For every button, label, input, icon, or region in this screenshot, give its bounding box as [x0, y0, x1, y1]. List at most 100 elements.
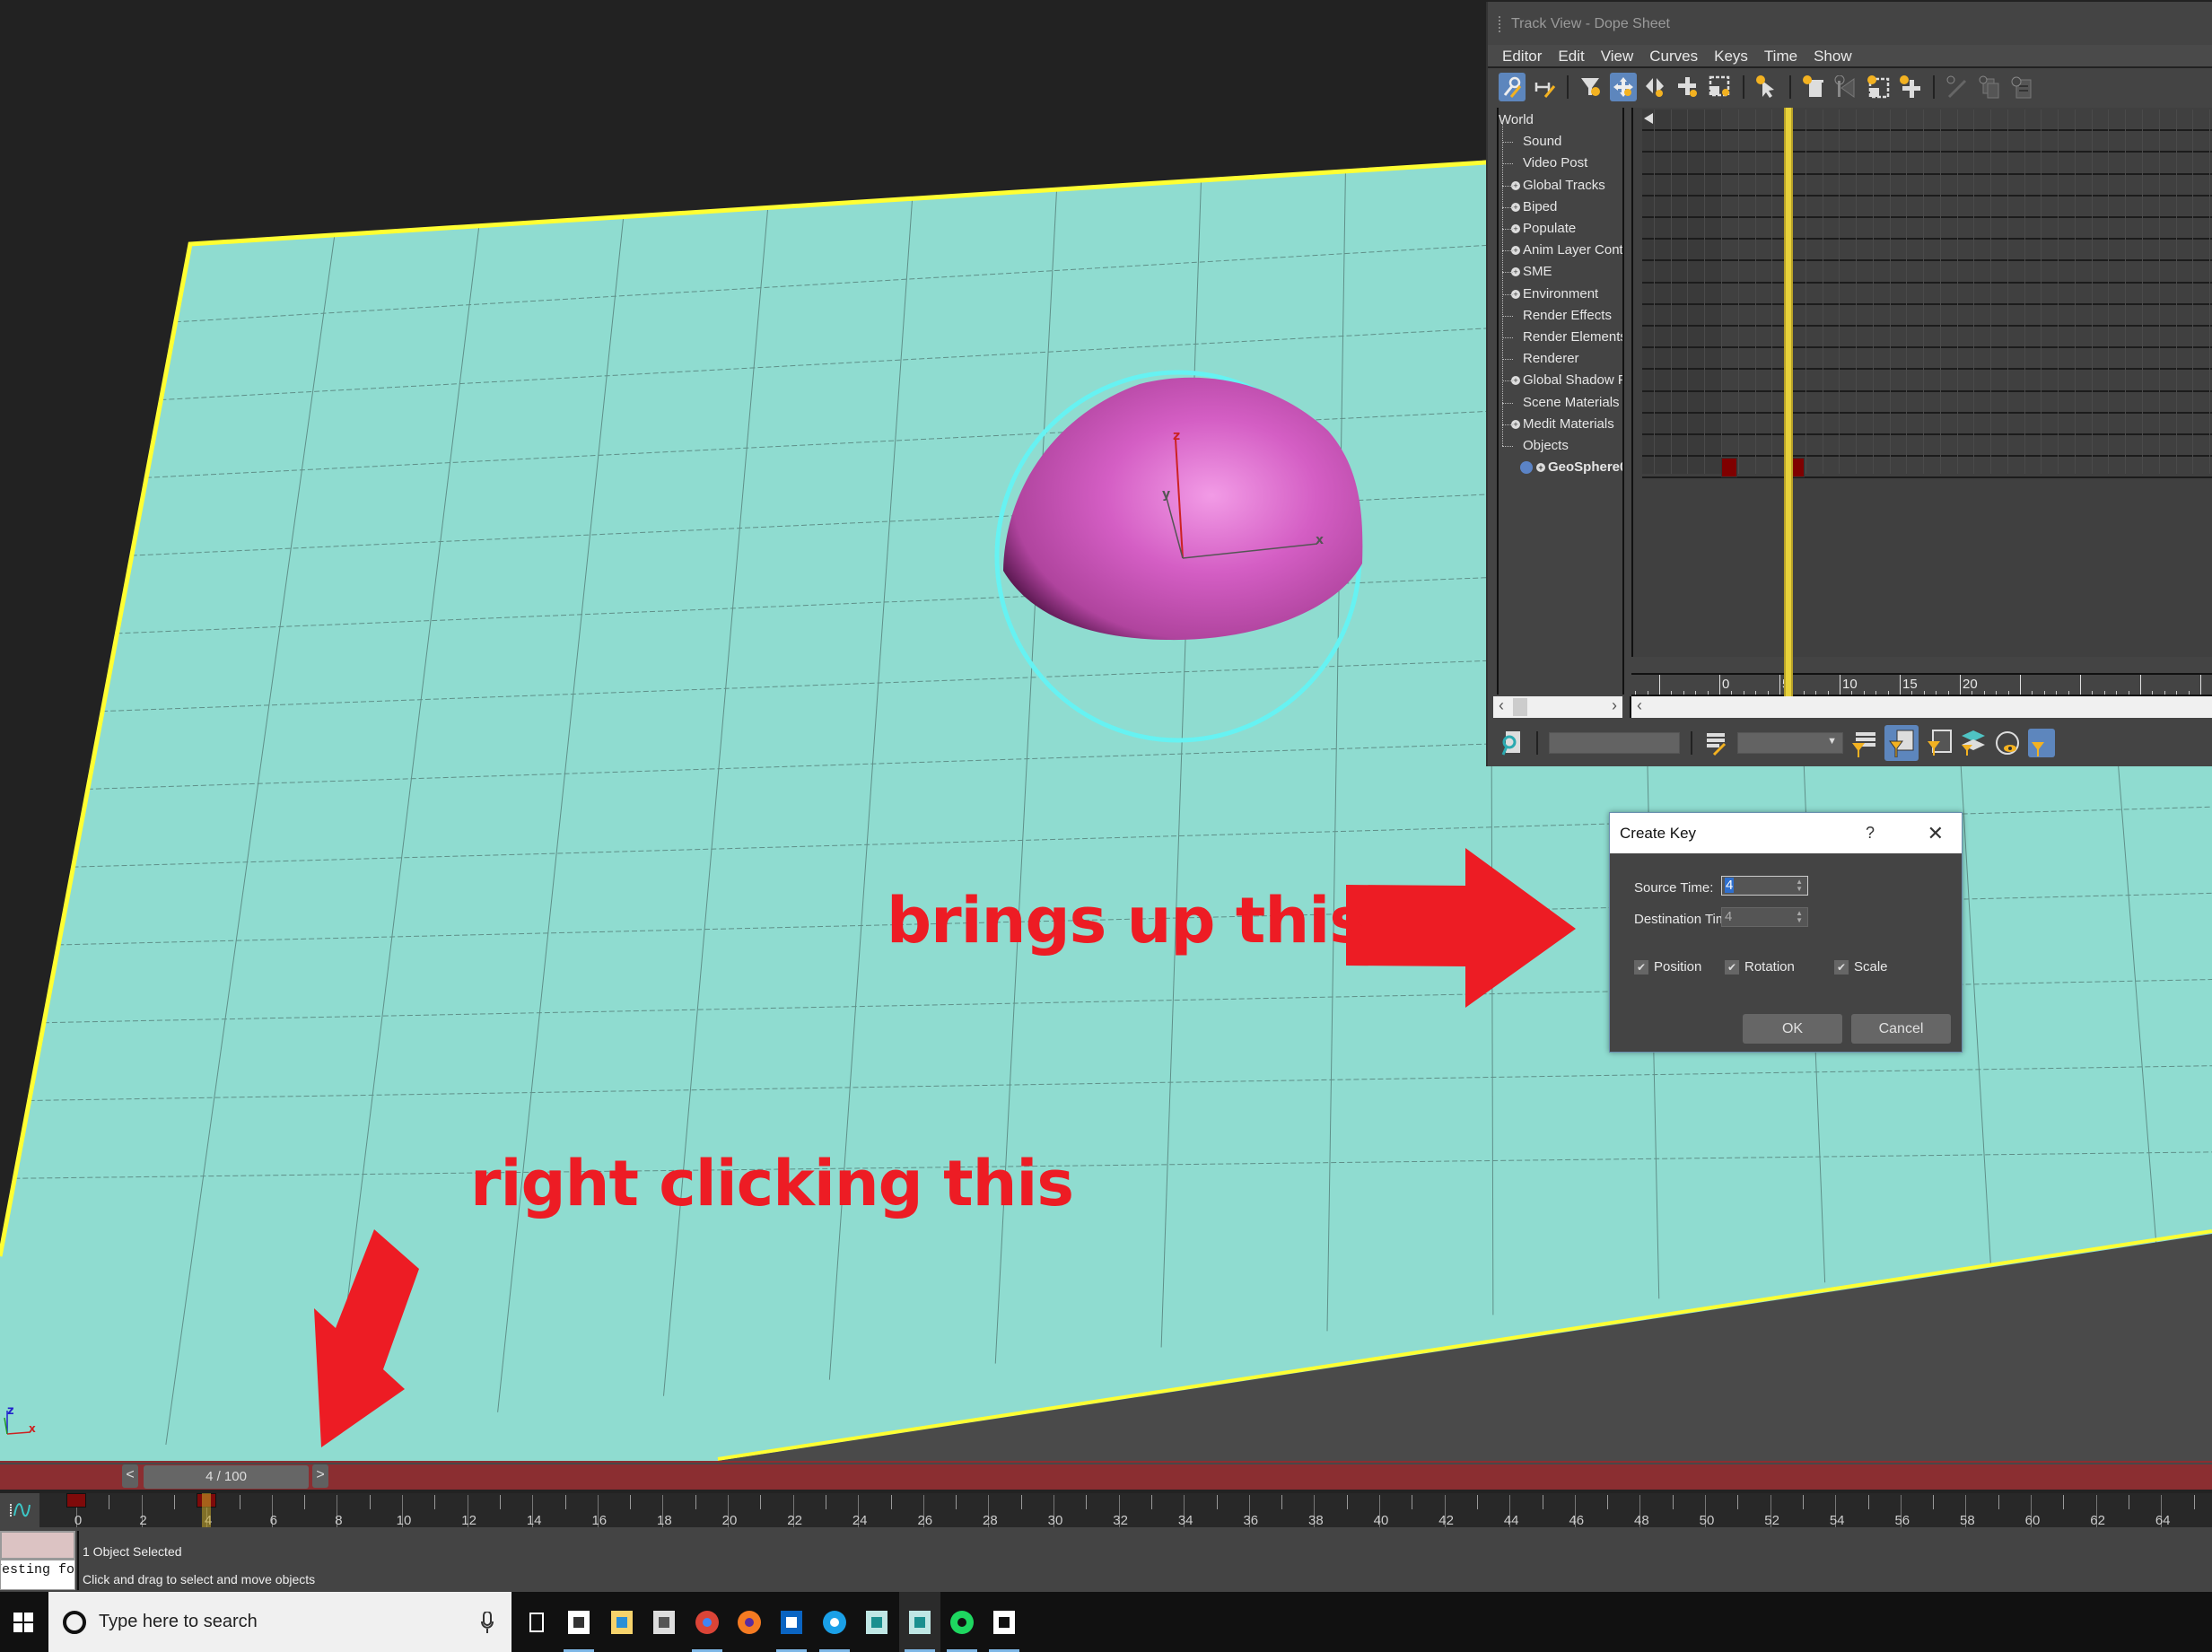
destination-time-value[interactable]: 4 [1725, 909, 1732, 924]
filter-animated-tracks-button[interactable] [1926, 729, 1953, 757]
trackbar-ruler[interactable]: 0 2 46 8 10 12 14 16 18 20 22 24 26 28 30 32 34 36 38 40 42 4… [39, 1493, 2212, 1528]
insert-time-button[interactable] [1897, 73, 1924, 101]
taskbar-app-3dsmax[interactable] [856, 1592, 897, 1652]
source-time-value[interactable]: 4 [1725, 878, 1735, 893]
tree-item-scene-materials[interactable]: Scene Materials [1511, 392, 1620, 414]
zoom-selected-object-button[interactable] [1499, 729, 1526, 757]
edit-filter-list-button[interactable] [1703, 729, 1730, 757]
taskbar-app-file-explorer[interactable] [601, 1592, 643, 1652]
taskbar-app-task-view[interactable] [516, 1592, 557, 1652]
tree-item-sme[interactable]: + SME [1511, 261, 1552, 283]
expand-icon[interactable]: + [1536, 463, 1545, 473]
track-search-input[interactable] [1549, 732, 1680, 754]
time-slider[interactable]: < 4 / 100 > [0, 1464, 2212, 1490]
drag-grip-icon[interactable] [1499, 16, 1501, 32]
show-locked-keys-button[interactable] [1994, 729, 2021, 757]
reverse-time-button[interactable] [1832, 73, 1859, 101]
tree-item-geosphere001[interactable]: +GeoSphere001 [1520, 457, 1622, 478]
dialog-titlebar[interactable]: Create Key ? ✕ [1610, 813, 1962, 853]
filter-controllers-button[interactable] [2028, 729, 2055, 757]
key-window-horizontal-scrollbar[interactable]: ‹ [1630, 696, 2212, 718]
taskbar-app-presentation[interactable] [643, 1592, 685, 1652]
scroll-left-icon[interactable]: ‹ [1637, 696, 1642, 715]
taskbar-app-photos[interactable] [984, 1592, 1025, 1652]
taskbar-app-spotify[interactable] [941, 1592, 983, 1652]
edit-ranges-button[interactable] [1531, 73, 1558, 101]
checkmark-icon[interactable]: ✔ [1725, 959, 1739, 975]
checkmark-icon[interactable]: ✔ [1834, 959, 1849, 975]
track-view-titlebar[interactable]: Track View - Dope Sheet [1488, 2, 2212, 45]
microphone-icon[interactable] [481, 1611, 494, 1633]
filter-selected-objects-button[interactable] [1884, 725, 1919, 761]
tree-item-sound[interactable]: Sound [1511, 131, 1561, 153]
trackbar-key[interactable] [66, 1493, 86, 1508]
track-view-time-ruler[interactable]: 05101520 [1631, 673, 2212, 696]
source-time-spinner[interactable]: 4 ▲ ▼ [1721, 876, 1808, 896]
tree-item-objects[interactable]: Objects [1511, 435, 1569, 457]
time-slider-thumb[interactable]: 4 / 100 [144, 1465, 309, 1489]
edit-keys-button[interactable] [1499, 73, 1526, 101]
delete-time-button[interactable] [1800, 73, 1827, 101]
cortana-icon[interactable] [63, 1610, 86, 1634]
maxscript-listener-mini[interactable] [0, 1531, 75, 1560]
previous-frame-button[interactable]: < [122, 1464, 138, 1488]
taskbar-app-chrome[interactable] [686, 1592, 728, 1652]
paste-time-button[interactable] [2008, 73, 2035, 101]
taskbar-search-box[interactable]: Type here to search [48, 1592, 511, 1652]
dope-sheet-key-window[interactable] [1631, 108, 2212, 657]
open-mini-curve-editor-button[interactable] [0, 1493, 39, 1527]
add-remove-keys-button[interactable] [1674, 73, 1701, 101]
tree-item-global-tracks[interactable]: + Global Tracks [1511, 175, 1605, 197]
help-button[interactable]: ? [1866, 813, 1875, 853]
maxscript-input[interactable]: Testing for A [0, 1560, 75, 1590]
tree-item-video-post[interactable]: Video Post [1511, 153, 1587, 174]
scale-keys-button[interactable] [1707, 73, 1734, 101]
track-view-time-slider[interactable] [1784, 108, 1794, 696]
start-button[interactable] [0, 1592, 47, 1652]
taskbar-app-outlook[interactable] [771, 1592, 812, 1652]
scale-time-button[interactable] [1865, 73, 1892, 101]
menu-view[interactable]: View [1596, 45, 1645, 66]
next-frame-button[interactable]: > [312, 1464, 328, 1488]
position-checkbox[interactable]: ✔ Position [1634, 959, 1701, 975]
spinner-arrows-icon[interactable]: ▲ ▼ [1796, 910, 1803, 924]
scroll-thumb[interactable] [1513, 698, 1527, 716]
filter-preset-dropdown[interactable]: ▼ [1737, 732, 1843, 754]
controller-tree[interactable]: World Sound Video Post + Global Tracks + Biped… [1497, 108, 1624, 695]
tree-item-anim-layer-control-manager[interactable]: +Anim Layer Control Manager [1511, 240, 1622, 261]
tree-item-populate[interactable]: + Populate [1511, 218, 1576, 240]
taskbar-app-firefox[interactable] [729, 1592, 770, 1652]
move-keys-button[interactable] [1610, 73, 1637, 101]
filter-layers-button[interactable] [1960, 729, 1987, 757]
scroll-left-icon[interactable]: ‹ [1499, 696, 1504, 715]
tree-item-render-elements[interactable]: Render Elements [1511, 327, 1622, 348]
tree-item-environment[interactable]: + Environment [1511, 284, 1598, 305]
scroll-right-icon[interactable]: › [1612, 696, 1617, 715]
tree-horizontal-scrollbar[interactable]: ‹ › [1493, 696, 1622, 718]
menu-time[interactable]: Time [1759, 45, 1808, 66]
copy-time-button[interactable] [1976, 73, 2003, 101]
rotation-checkbox[interactable]: ✔ Rotation [1725, 959, 1795, 975]
tree-item-medit-materials[interactable]: + Medit Materials [1511, 414, 1614, 435]
menu-editor[interactable]: Editor [1497, 45, 1552, 66]
scroll-left-arrow-icon[interactable] [1642, 111, 1655, 126]
filter-button[interactable] [1578, 73, 1604, 101]
close-button[interactable]: ✕ [1928, 813, 1944, 853]
menu-keys[interactable]: Keys [1709, 45, 1759, 66]
dope-sheet-key[interactable] [1721, 458, 1737, 478]
tree-item-render-effects[interactable]: Render Effects [1511, 305, 1612, 327]
cut-time-button[interactable] [1944, 73, 1971, 101]
slide-keys-button[interactable] [1642, 73, 1669, 101]
tree-item-global-shadow-parameters[interactable]: +Global Shadow Parameters [1511, 370, 1622, 391]
filter-selected-tracks-button[interactable] [1850, 729, 1877, 757]
checkmark-icon[interactable]: ✔ [1634, 959, 1648, 975]
scale-checkbox[interactable]: ✔ Scale [1834, 959, 1888, 975]
spinner-arrows-icon[interactable]: ▲ ▼ [1796, 878, 1803, 893]
menu-curves[interactable]: Curves [1644, 45, 1709, 66]
cancel-button[interactable]: Cancel [1851, 1014, 1951, 1044]
destination-time-spinner[interactable]: 4 ▲ ▼ [1721, 907, 1808, 927]
menu-show[interactable]: Show [1808, 45, 1863, 66]
tree-item-world[interactable]: World [1499, 109, 1534, 131]
tree-item-renderer[interactable]: Renderer [1511, 348, 1579, 370]
taskbar-app-slack[interactable] [558, 1592, 599, 1652]
